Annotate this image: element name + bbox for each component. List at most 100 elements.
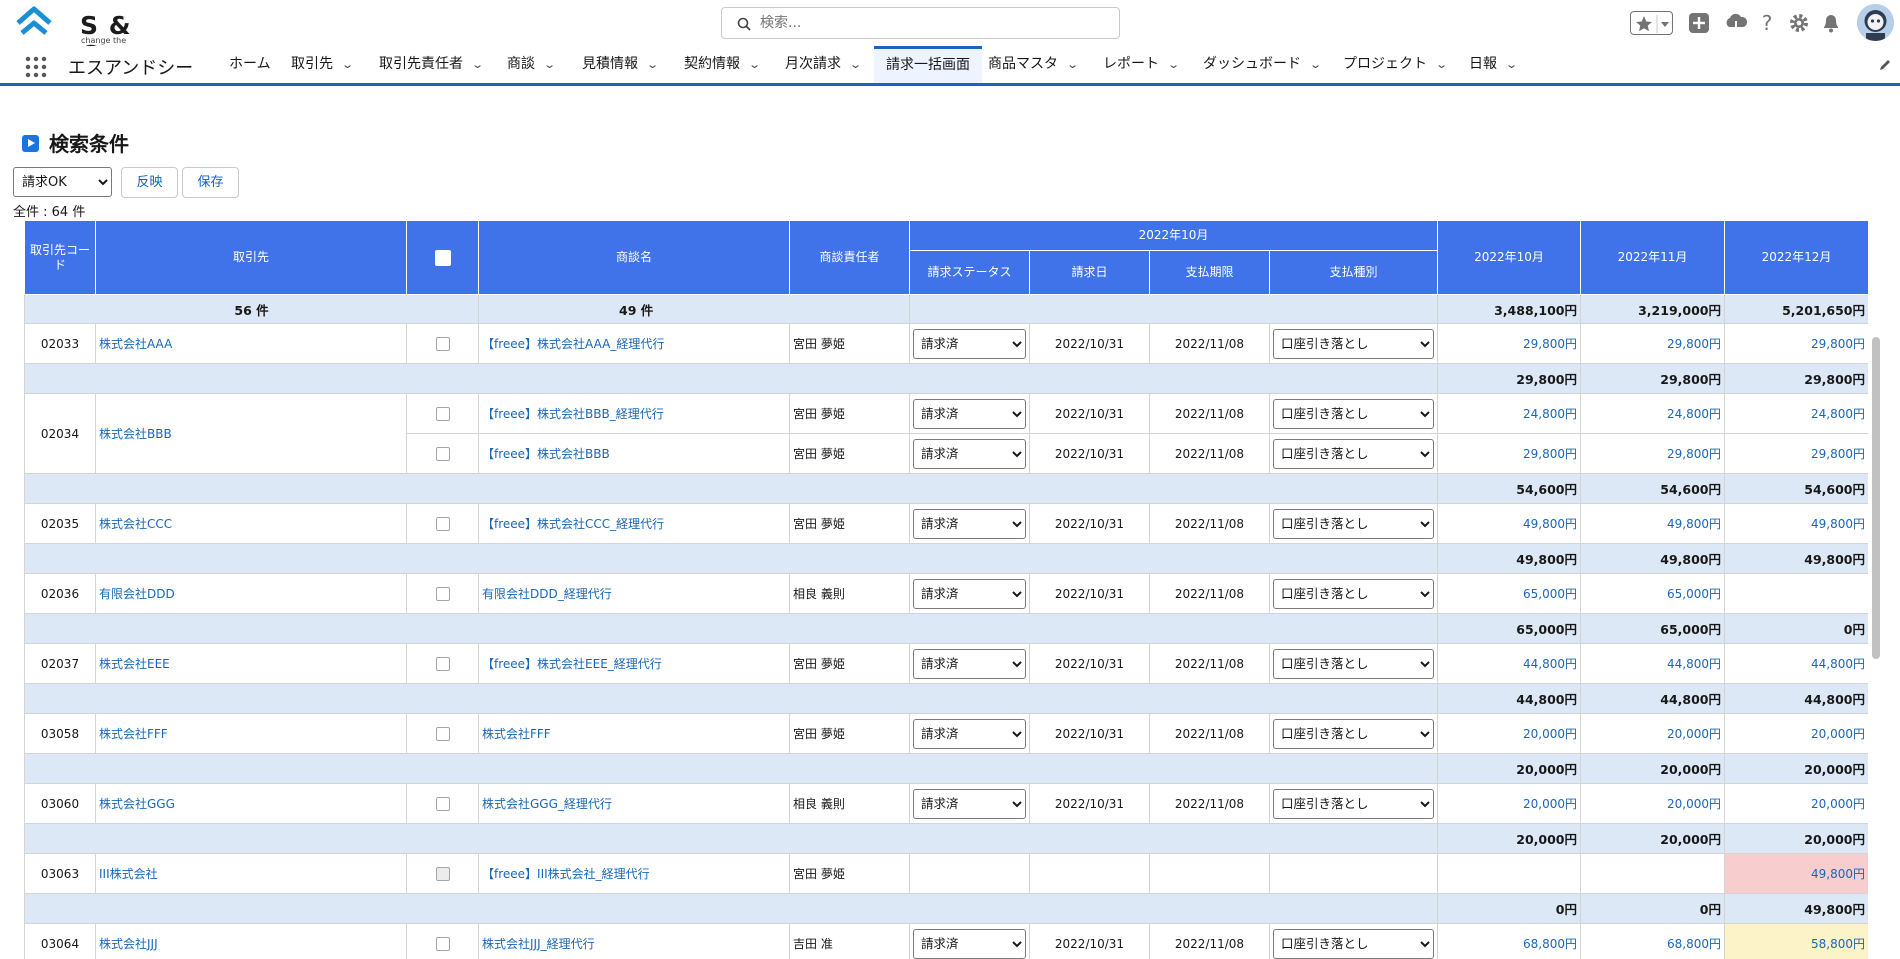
table-row[interactable]: 03060 株式会社GGG 株式会社GGG_経理代行 相良 義則 請求済 2022/10/… bbox=[24, 783, 1868, 824]
row-checkbox[interactable] bbox=[435, 516, 450, 531]
pay-type-select[interactable]: 口座引き落とし bbox=[1273, 648, 1434, 679]
row-checkbox[interactable] bbox=[435, 586, 450, 601]
table-scrollbar[interactable] bbox=[1872, 337, 1880, 659]
amount-2022-11[interactable]: 68,800円 bbox=[1580, 923, 1725, 959]
status-select[interactable]: 請求済 bbox=[913, 438, 1026, 469]
amount-2022-11[interactable]: 44,800円 bbox=[1580, 643, 1725, 684]
global-search[interactable] bbox=[721, 7, 1120, 39]
status-select[interactable]: 請求済 bbox=[913, 648, 1026, 679]
nav-item-contacts[interactable]: 取引先責任者 ⌄ bbox=[379, 46, 484, 83]
amount-2022-11[interactable]: 20,000円 bbox=[1580, 783, 1725, 824]
deal-link[interactable]: 株式会社JJJ_経理代行 bbox=[478, 923, 790, 959]
nav-item-daily-report[interactable]: 日報 ⌄ bbox=[1469, 46, 1518, 83]
account-link[interactable]: 株式会社AAA bbox=[95, 323, 407, 364]
edit-nav-pencil-icon[interactable] bbox=[1878, 58, 1892, 72]
chevron-down-icon[interactable]: ⌄ bbox=[748, 46, 761, 83]
trailhead-icon[interactable] bbox=[1724, 12, 1748, 34]
col-header-code[interactable]: 取引先コード bbox=[24, 220, 96, 295]
deal-link[interactable]: 【freee】株式会社AAA_経理代行 bbox=[478, 323, 790, 364]
deal-link[interactable]: 【freee】株式会社CCC_経理代行 bbox=[478, 503, 790, 544]
deal-link[interactable]: 有限会社DDD_経理代行 bbox=[478, 573, 790, 614]
deal-link[interactable]: 【freee】株式会社EEE_経理代行 bbox=[478, 643, 790, 684]
help-icon[interactable]: ? bbox=[1758, 12, 1776, 34]
table-row[interactable]: 03063 III株式会社 【freee】III株式会社_経理代行 宮田 夢姫 49,8… bbox=[24, 853, 1868, 894]
row-checkbox[interactable] bbox=[435, 726, 450, 741]
row-checkbox[interactable] bbox=[435, 796, 450, 811]
chevron-down-icon[interactable]: ⌄ bbox=[1066, 46, 1079, 83]
deal-link[interactable]: 株式会社FFF bbox=[478, 713, 790, 754]
chevron-down-icon[interactable]: ⌄ bbox=[341, 46, 354, 83]
amount-2022-10[interactable]: 44,800円 bbox=[1437, 643, 1581, 684]
reflect-button[interactable]: 反映 bbox=[121, 167, 178, 198]
col-header-pay-type[interactable]: 支払種別 bbox=[1269, 250, 1438, 295]
chevron-down-icon[interactable]: ⌄ bbox=[471, 46, 484, 83]
deal-link[interactable]: 【freee】株式会社BBB bbox=[478, 433, 790, 474]
row-checkbox[interactable] bbox=[435, 406, 450, 421]
col-header-bill-date[interactable]: 請求日 bbox=[1029, 250, 1150, 295]
amount-2022-12[interactable]: 29,800円 bbox=[1724, 433, 1868, 474]
table-row[interactable]: 03058 株式会社FFF 株式会社FFF 宮田 夢姫 請求済 2022/10/31 202… bbox=[24, 713, 1868, 754]
nav-item-monthly-billing[interactable]: 月次請求 ⌄ bbox=[785, 46, 862, 83]
amount-2022-11[interactable] bbox=[1580, 853, 1725, 894]
table-row[interactable]: 02037 株式会社EEE 【freee】株式会社EEE_経理代行 宮田 夢姫 請求済 2… bbox=[24, 643, 1868, 684]
row-checkbox[interactable] bbox=[435, 656, 450, 671]
table-row[interactable]: 02033 株式会社AAA 【freee】株式会社AAA_経理代行 宮田 夢姫 請求済 2… bbox=[24, 323, 1868, 364]
amount-2022-11[interactable]: 24,800円 bbox=[1580, 393, 1725, 434]
amount-2022-10[interactable]: 65,000円 bbox=[1437, 573, 1581, 614]
pay-type-select[interactable]: 口座引き落とし bbox=[1273, 718, 1434, 749]
chevron-down-icon[interactable]: ⌄ bbox=[1505, 46, 1518, 83]
pay-type-select[interactable]: 口座引き落とし bbox=[1273, 398, 1434, 429]
nav-item-bulk-billing[interactable]: 請求一括画面 bbox=[874, 46, 982, 83]
amount-2022-10[interactable]: 29,800円 bbox=[1437, 433, 1581, 474]
pay-type-select[interactable]: 口座引き落とし bbox=[1273, 438, 1434, 469]
chevron-down-icon[interactable]: ⌄ bbox=[849, 46, 862, 83]
table-row[interactable]: 03064 株式会社JJJ 株式会社JJJ_経理代行 吉田 准請求済 2022/10/3… bbox=[24, 923, 1868, 959]
amount-2022-12[interactable]: 49,800円 bbox=[1724, 503, 1868, 544]
account-link[interactable]: 株式会社FFF bbox=[95, 713, 407, 754]
nav-item-reports[interactable]: レポート ⌄ bbox=[1103, 46, 1180, 83]
table-row[interactable]: 02035 株式会社CCC 【freee】株式会社CCC_経理代行 宮田 夢姫 請求済 2… bbox=[24, 503, 1868, 544]
amount-2022-12[interactable]: 20,000円 bbox=[1724, 783, 1868, 824]
nav-item-accounts[interactable]: 取引先 ⌄ bbox=[291, 46, 354, 83]
col-header-account[interactable]: 取引先 bbox=[95, 220, 407, 295]
pay-type-select[interactable]: 口座引き落とし bbox=[1273, 508, 1434, 539]
nav-item-opportunities[interactable]: 商談 ⌄ bbox=[507, 46, 556, 83]
amount-2022-10[interactable]: 20,000円 bbox=[1437, 713, 1581, 754]
amount-2022-12[interactable]: 24,800円 bbox=[1724, 393, 1868, 434]
chevron-down-icon[interactable]: ⌄ bbox=[543, 46, 556, 83]
amount-2022-11[interactable]: 49,800円 bbox=[1580, 503, 1725, 544]
status-select[interactable]: 請求済 bbox=[913, 718, 1026, 749]
amount-2022-12[interactable]: 20,000円 bbox=[1724, 713, 1868, 754]
row-checkbox[interactable] bbox=[435, 936, 450, 951]
amount-2022-11[interactable]: 65,000円 bbox=[1580, 573, 1725, 614]
app-launcher-icon[interactable] bbox=[25, 56, 47, 78]
col-header-2022-11[interactable]: 2022年11月 bbox=[1580, 220, 1725, 295]
chevron-down-icon[interactable]: ⌄ bbox=[1309, 46, 1322, 83]
account-link[interactable]: 株式会社BBB bbox=[95, 393, 407, 474]
favorites-button[interactable] bbox=[1630, 11, 1673, 35]
row-checkbox[interactable] bbox=[435, 446, 450, 461]
chevron-down-icon[interactable]: ⌄ bbox=[646, 46, 659, 83]
deal-link[interactable]: 【freee】株式会社BBB_経理代行 bbox=[478, 393, 790, 434]
chevron-down-icon[interactable]: ⌄ bbox=[1435, 46, 1448, 83]
nav-item-home[interactable]: ホーム bbox=[229, 46, 271, 83]
col-header-status[interactable]: 請求ステータス bbox=[909, 250, 1030, 295]
save-button[interactable]: 保存 bbox=[182, 167, 239, 198]
pay-type-select[interactable]: 口座引き落とし bbox=[1273, 788, 1434, 819]
nav-item-contracts[interactable]: 契約情報 ⌄ bbox=[684, 46, 761, 83]
account-link[interactable]: 株式会社CCC bbox=[95, 503, 407, 544]
amount-2022-12[interactable]: 44,800円 bbox=[1724, 643, 1868, 684]
status-filter-select[interactable]: 請求OK bbox=[13, 167, 112, 197]
amount-2022-10[interactable]: 24,800円 bbox=[1437, 393, 1581, 434]
status-select[interactable]: 請求済 bbox=[913, 508, 1026, 539]
deal-link[interactable]: 株式会社GGG_経理代行 bbox=[478, 783, 790, 824]
col-header-2022-12[interactable]: 2022年12月 bbox=[1724, 220, 1868, 295]
nav-item-product-master[interactable]: 商品マスタ ⌄ bbox=[988, 46, 1079, 83]
status-select[interactable]: 請求済 bbox=[913, 328, 1026, 359]
col-header-deal[interactable]: 商談名 bbox=[478, 220, 790, 295]
nav-item-dashboards[interactable]: ダッシュボード ⌄ bbox=[1203, 46, 1322, 83]
col-header-due-date[interactable]: 支払期限 bbox=[1149, 250, 1270, 295]
status-select[interactable]: 請求済 bbox=[913, 398, 1026, 429]
status-select[interactable]: 請求済 bbox=[913, 578, 1026, 609]
search-input[interactable] bbox=[760, 13, 1100, 33]
